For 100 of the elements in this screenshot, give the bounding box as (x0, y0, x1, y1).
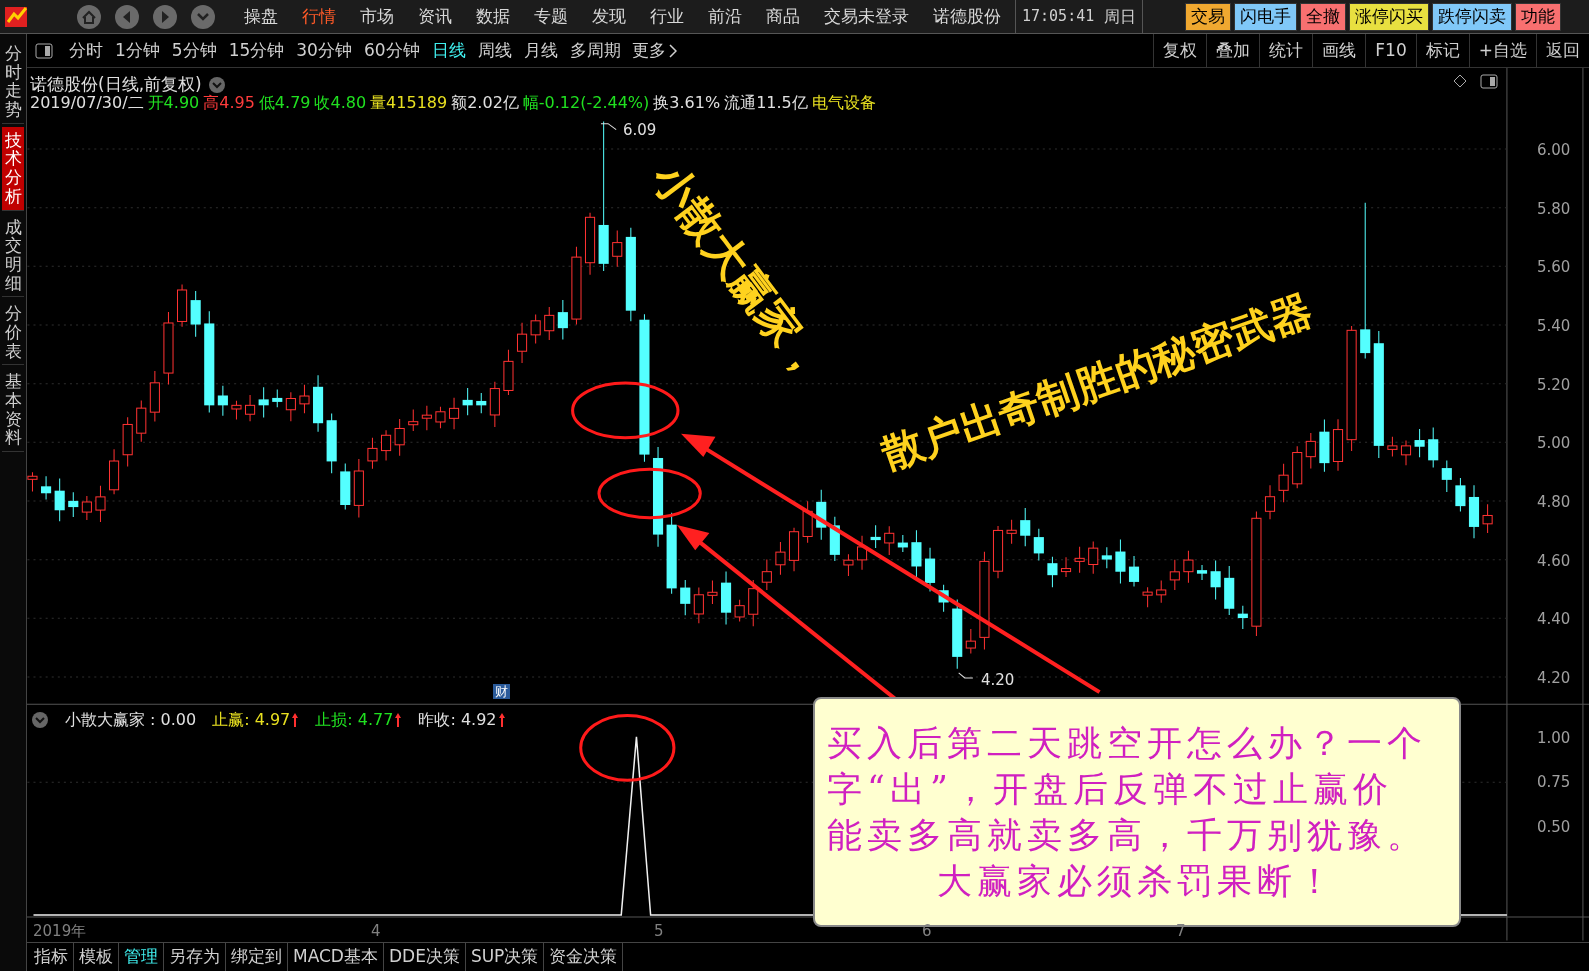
quote-value: 低4.79 (258, 92, 311, 114)
home-icon[interactable] (76, 3, 102, 30)
date-axis-label: 5 (654, 921, 664, 942)
side-tab[interactable]: 技术分析 (1, 126, 25, 211)
menu-item[interactable]: 诺德股份 (923, 3, 1011, 30)
diamond-icon[interactable] (1453, 74, 1467, 88)
period-tab[interactable]: 周线 (471, 37, 518, 64)
back-icon[interactable] (114, 3, 140, 30)
indicator-tab[interactable]: SUP决策 (465, 943, 545, 971)
menu-item[interactable]: 操盘 (234, 3, 288, 30)
period-tab[interactable]: 1分钟 (109, 37, 166, 64)
indicator-tab[interactable]: 管理 (119, 943, 164, 971)
forward-icon[interactable] (152, 3, 178, 30)
quote-value: 换3.61% (653, 92, 721, 114)
callout-text-line: 大赢家必须杀罚果断！ (936, 860, 1338, 903)
quick-trade-button[interactable]: 全撤 (1300, 2, 1347, 31)
menu-item[interactable]: 行情 (292, 3, 346, 30)
slogan-text: 小散大赢家， (641, 152, 839, 392)
quote-value: 额2.02亿 (451, 92, 519, 114)
indicator-tab[interactable]: 模板 (74, 943, 119, 971)
chevron-right-icon (668, 43, 677, 58)
period-tab[interactable]: 60分钟 (357, 37, 426, 64)
quote-value: 收4.80 (314, 92, 367, 114)
price-axis-label: 4.80 (1537, 492, 1571, 513)
price-axis-label: 4.60 (1537, 550, 1571, 572)
finance-event-badge[interactable]: 财 (493, 684, 510, 699)
quote-value: 流通11.5亿 (724, 92, 808, 114)
quote-value: 2019/07/30/二 (30, 93, 144, 114)
indicator-value: 小散大赢家 : 0.00 (65, 709, 197, 731)
menu-item[interactable]: 发现 (582, 3, 636, 30)
date-axis-label: 7 (1176, 921, 1186, 942)
quote-value: 高4.95 (203, 92, 255, 114)
price-axis-label: 6.00 (1537, 139, 1571, 161)
period-tab[interactable]: 多周期 (563, 37, 627, 64)
period-tab[interactable]: 15分钟 (222, 37, 291, 64)
menu-item[interactable]: 商品 (756, 3, 810, 30)
menu-item[interactable]: 数据 (466, 3, 520, 30)
menu-item[interactable]: 专题 (524, 3, 578, 30)
chevron-down-icon[interactable] (31, 711, 49, 729)
toolbar-button[interactable]: 叠加 (1206, 34, 1260, 67)
toolbar-button[interactable]: F10 (1365, 34, 1416, 67)
chevron-down-icon[interactable] (207, 75, 226, 94)
panel-toggle-icon[interactable] (1480, 74, 1498, 89)
indicator-value: 止损: 4.77 (315, 709, 394, 731)
indicator-tab[interactable]: 资金决策 (544, 943, 624, 971)
toolbar-button[interactable]: 画线 (1312, 34, 1366, 67)
price-axis-label: 5.40 (1537, 316, 1571, 337)
callout-text-line: 买入后第二天跳空开怎么办？一个 (827, 722, 1428, 765)
quote-value: 开4.90 (147, 93, 200, 114)
toolbar-button[interactable]: +自选 (1468, 34, 1536, 67)
dropdown-icon[interactable] (190, 3, 216, 30)
date-axis-label: 6 (922, 921, 932, 942)
indicator-tab[interactable]: MACD基本 (288, 943, 384, 971)
toolbar-button[interactable]: 返回 (1536, 34, 1589, 67)
weekday-label: 周日 (1104, 5, 1137, 28)
indicator-axis-label: 1.00 (1537, 727, 1571, 749)
price-axis-label: 5.60 (1537, 257, 1571, 279)
toolbar-button[interactable]: 复权 (1153, 34, 1207, 67)
indicator-tab[interactable]: DDE决策 (383, 943, 466, 971)
quote-value: 电气设备 (811, 92, 876, 114)
menu-item[interactable]: 行业 (640, 3, 694, 30)
low-price-label: 4.20 (981, 670, 1015, 691)
toolbar-button[interactable]: 标记 (1415, 34, 1469, 67)
toolbar-button[interactable]: 统计 (1259, 34, 1313, 67)
slogan-text: 散户出奇制胜的秘密武器 (874, 285, 1319, 481)
price-axis-label: 5.20 (1537, 374, 1571, 396)
callout-text-line: 能卖多高就卖多高，千万别犹豫。 (827, 814, 1428, 857)
quote-value: 幅-0.12(-2.44%) (522, 92, 650, 114)
clock-time: 17:05:41 (1022, 6, 1095, 28)
period-tab[interactable]: 5分钟 (165, 37, 223, 64)
period-tab[interactable]: 30分钟 (290, 37, 358, 64)
indicator-value: 昨收: 4.92 (418, 709, 497, 731)
menu-item[interactable]: 交易未登录 (814, 3, 919, 30)
price-axis-label: 5.00 (1537, 433, 1571, 455)
high-price-label: 6.09 (623, 120, 657, 141)
quick-trade-button[interactable]: 跌停闪卖 (1432, 2, 1513, 31)
callout-text-line: 字“出”，开盘后反弹不过止赢价 (827, 768, 1394, 811)
chart-title: 诺德股份(日线,前复权) (30, 73, 202, 95)
quote-value: 量415189 (370, 92, 448, 114)
period-tab[interactable]: 分时 (63, 37, 109, 64)
date-axis-label: 2019年 (33, 921, 87, 942)
menu-item[interactable]: 市场 (350, 3, 404, 30)
menu-item[interactable]: 前沿 (698, 3, 752, 30)
quick-trade-button[interactable]: 交易 (1185, 2, 1232, 31)
more-button[interactable]: 更多 (626, 37, 682, 64)
price-axis-label: 4.40 (1537, 609, 1571, 631)
date-axis-label: 4 (371, 921, 381, 942)
quick-trade-button[interactable]: 功能 (1515, 2, 1562, 31)
quick-trade-button[interactable]: 涨停闪买 (1349, 2, 1430, 31)
price-axis-label: 5.80 (1537, 198, 1571, 220)
indicator-tab[interactable]: 另存为 (164, 943, 226, 971)
period-tab[interactable]: 月线 (517, 37, 564, 64)
period-tab[interactable]: 日线 (425, 37, 472, 64)
indicator-tab[interactable]: 绑定到 (226, 943, 288, 971)
indicator-axis-label: 0.75 (1537, 772, 1571, 794)
panel-toggle-icon[interactable] (35, 42, 53, 59)
quick-trade-button[interactable]: 闪电手 (1234, 2, 1298, 31)
indicator-tab[interactable]: 指标 (29, 943, 74, 971)
menu-item[interactable]: 资讯 (408, 3, 462, 30)
leader-line (958, 672, 974, 679)
